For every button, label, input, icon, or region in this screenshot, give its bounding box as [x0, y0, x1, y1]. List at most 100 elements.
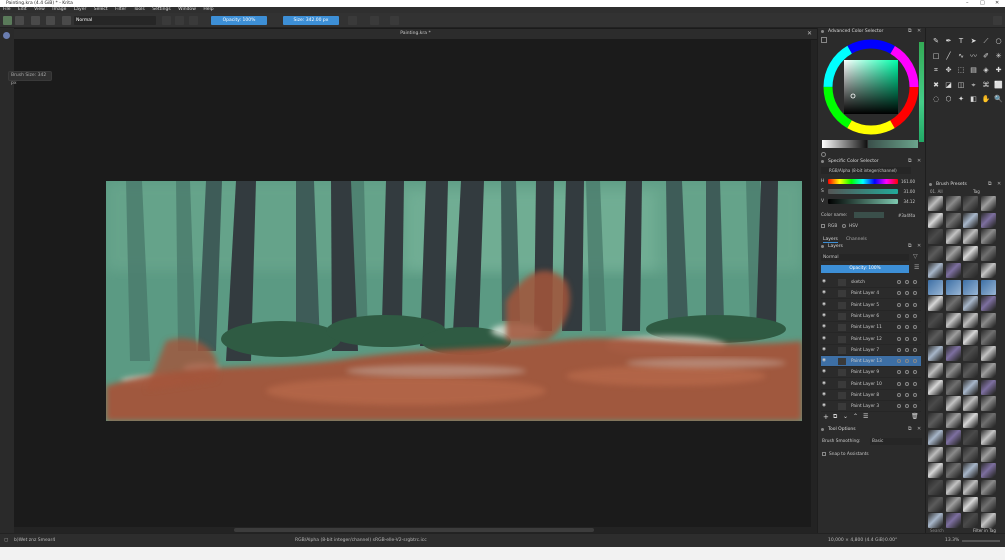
- text-icon[interactable]: T: [956, 36, 966, 46]
- layer-row[interactable]: ◉ Paint Layer 12: [821, 334, 921, 345]
- brush-preset-item[interactable]: [980, 312, 996, 328]
- brush-preset-item[interactable]: [928, 329, 943, 345]
- reload-preset-icon[interactable]: [189, 16, 198, 25]
- measure-icon[interactable]: ◪: [944, 80, 954, 90]
- lock-icon[interactable]: [897, 280, 901, 284]
- brush-preset-item[interactable]: [928, 479, 943, 495]
- lock-icon[interactable]: [897, 336, 901, 341]
- filter-icon[interactable]: ▽: [913, 253, 918, 260]
- float-panel-icon[interactable]: ⧉: [908, 243, 912, 250]
- brush-preset-item[interactable]: [945, 396, 961, 412]
- brush-preset-item[interactable]: [928, 262, 943, 278]
- layer-row[interactable]: ◉ sketch: [821, 277, 921, 288]
- close-window-button[interactable]: ✕: [995, 0, 999, 7]
- alpha-icon[interactable]: [905, 336, 909, 341]
- close-panel-icon[interactable]: ✕: [917, 426, 921, 433]
- inherit-alpha-icon[interactable]: [913, 393, 917, 397]
- delete-layer-icon[interactable]: 🗑: [911, 413, 919, 420]
- visibility-eye-icon[interactable]: ◉: [822, 336, 827, 341]
- brush-preset-item[interactable]: [928, 229, 943, 245]
- lock-icon[interactable]: [897, 302, 901, 307]
- freehand-path-icon[interactable]: 〰: [969, 51, 979, 61]
- poly-select-icon[interactable]: ⬡: [944, 94, 954, 104]
- menu-lines-icon[interactable]: ☰: [914, 264, 919, 271]
- alpha-icon[interactable]: [905, 325, 909, 330]
- brush-preset-item[interactable]: [980, 262, 996, 278]
- float-panel-icon[interactable]: ⧉: [988, 181, 992, 188]
- brush-icon[interactable]: ✎: [931, 36, 941, 46]
- brush-preset-item[interactable]: [963, 513, 978, 529]
- status-rotation[interactable]: 0.00°: [885, 534, 897, 548]
- layer-row[interactable]: ◉ Paint Layer 10: [821, 379, 921, 390]
- inherit-alpha-icon[interactable]: [913, 313, 917, 318]
- lock-icon[interactable]: [897, 381, 901, 386]
- calligraphy-icon[interactable]: ✒: [944, 36, 954, 46]
- duplicate-layer-icon[interactable]: ⧉: [833, 413, 837, 421]
- inherit-alpha-icon[interactable]: [913, 325, 917, 330]
- brush-preset-item[interactable]: [963, 363, 978, 378]
- select-shape-icon[interactable]: ➤: [969, 36, 979, 46]
- brush-preset-item[interactable]: [963, 496, 978, 512]
- brush-preset-item[interactable]: [963, 429, 978, 445]
- brush-preset-item[interactable]: [963, 196, 978, 211]
- line-icon[interactable]: ╱: [944, 51, 954, 61]
- brush-preset-item[interactable]: [928, 196, 943, 211]
- brush-preset-item[interactable]: [963, 479, 978, 495]
- menu-view[interactable]: View: [34, 7, 45, 12]
- opacity-slider[interactable]: Opacity: 100%: [211, 16, 267, 25]
- inherit-alpha-icon[interactable]: [913, 359, 917, 364]
- painting-canvas[interactable]: [106, 181, 802, 421]
- brush-preset-item[interactable]: [928, 463, 943, 479]
- brush-preset-item[interactable]: [963, 262, 978, 278]
- layer-row[interactable]: ◉ Paint Layer 9: [821, 367, 921, 379]
- brush-preset-item[interactable]: [980, 346, 996, 362]
- smoothing-select[interactable]: Basic: [870, 438, 922, 445]
- menu-file[interactable]: File: [3, 7, 11, 12]
- float-panel-icon[interactable]: ⧉: [908, 28, 912, 35]
- brush-preset-item[interactable]: [980, 513, 996, 529]
- visibility-eye-icon[interactable]: ◉: [822, 347, 827, 352]
- brush-preset-item[interactable]: [945, 262, 961, 278]
- brush-preset-item[interactable]: [945, 496, 961, 512]
- brush-preset-item[interactable]: [928, 363, 943, 378]
- move-up-icon[interactable]: ⌃: [853, 413, 858, 420]
- h-value[interactable]: 161.00: [899, 179, 915, 184]
- alpha-icon[interactable]: [905, 347, 909, 352]
- layer-blend-mode-select[interactable]: Normal: [821, 254, 909, 261]
- colorpicker-icon[interactable]: ✚: [994, 65, 1004, 75]
- menu-edit[interactable]: Edit: [18, 7, 27, 12]
- visibility-eye-icon[interactable]: ◉: [822, 324, 827, 329]
- brush-preset-item[interactable]: [963, 346, 978, 362]
- snap-checkbox[interactable]: [822, 452, 826, 456]
- brush-preset-item[interactable]: [980, 296, 996, 312]
- brush-preset-item[interactable]: [963, 446, 978, 462]
- float-panel-icon[interactable]: ⧉: [908, 426, 912, 433]
- brush-preset-item[interactable]: [980, 196, 996, 211]
- close-panel-icon[interactable]: ✕: [997, 181, 1001, 188]
- lock-icon[interactable]: [897, 393, 901, 397]
- color-wheel[interactable]: [822, 38, 920, 136]
- alpha-lock-icon[interactable]: [175, 16, 184, 25]
- dynamic-brush-icon[interactable]: ✐: [981, 51, 991, 61]
- brush-preset-item[interactable]: [928, 496, 943, 512]
- brush-preset-item[interactable]: [945, 479, 961, 495]
- brush-preset-item[interactable]: [928, 346, 943, 362]
- brush-preset-item[interactable]: [945, 229, 961, 245]
- float-panel-icon[interactable]: ⧉: [908, 158, 912, 165]
- layer-row[interactable]: ◉ Paint Layer 5: [821, 300, 921, 311]
- brush-preset-item[interactable]: [945, 212, 961, 228]
- lock-icon[interactable]: [897, 313, 901, 318]
- inherit-alpha-icon[interactable]: [913, 336, 917, 341]
- refresh-icon[interactable]: [821, 152, 826, 157]
- brush-preset-icon[interactable]: [31, 16, 40, 25]
- brush-preset-item[interactable]: [928, 513, 943, 529]
- menu-image[interactable]: Image: [52, 7, 66, 12]
- mirror-horizontal-icon[interactable]: [348, 16, 357, 25]
- color-name-value[interactable]: #3a4f4a: [898, 213, 915, 218]
- brush-preset-item[interactable]: [963, 279, 978, 295]
- layer-row[interactable]: ◉ Paint Layer 3: [821, 401, 921, 413]
- move-icon[interactable]: ✥: [944, 65, 954, 75]
- brush-preset-item[interactable]: [963, 312, 978, 328]
- color-history[interactable]: [868, 140, 918, 148]
- close-panel-icon[interactable]: ✕: [917, 243, 921, 250]
